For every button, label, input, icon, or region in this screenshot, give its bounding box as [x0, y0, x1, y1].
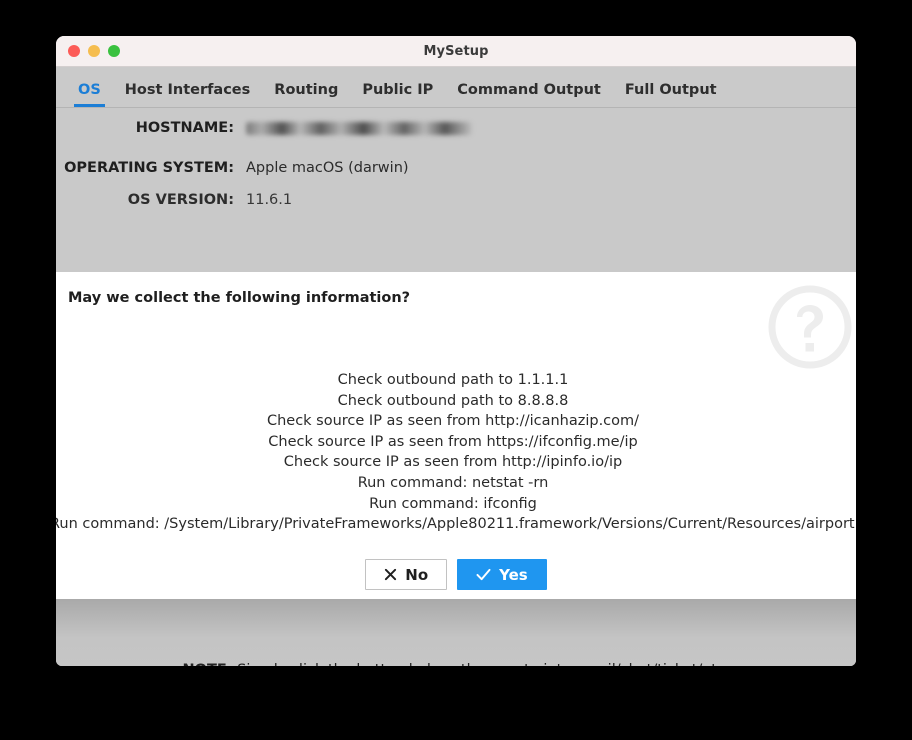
os-version-label: OS VERSION:: [127, 192, 234, 208]
consent-item: Run command: /System/Library/PrivateFram…: [56, 516, 856, 533]
window-title: MySetup: [423, 43, 489, 59]
tab-full-output[interactable]: Full Output: [613, 82, 729, 108]
hostname-label: HOSTNAME:: [135, 120, 234, 136]
consent-item-list: Check outbound path to 1.1.1.1 Check out…: [56, 370, 856, 535]
tab-public-ip[interactable]: Public IP: [350, 82, 445, 108]
no-button-label: No: [405, 565, 429, 584]
consent-item: Run command: netstat -rn: [357, 474, 549, 491]
tab-host-interfaces[interactable]: Host Interfaces: [113, 82, 263, 108]
minimize-button-icon[interactable]: [88, 45, 100, 57]
tab-bar: OS Host Interfaces Routing Public IP Com…: [56, 67, 856, 108]
consent-item: Check outbound path to 1.1.1.1: [337, 372, 569, 388]
consent-dialog: May we collect the following information…: [56, 272, 856, 599]
maximize-button-icon[interactable]: [108, 45, 120, 57]
footer-note-prefix: NOTE:: [183, 662, 233, 666]
dialog-question: May we collect the following information…: [68, 290, 411, 306]
tab-os[interactable]: OS: [66, 82, 113, 108]
consent-item: Check source IP as seen from http://ican…: [266, 413, 640, 430]
footer-bar: NOTE: Simply click the button below, the…: [56, 599, 856, 666]
info-row-operating-system: OPERATING SYSTEM: Apple macOS (darwin): [56, 148, 856, 188]
tab-routing[interactable]: Routing: [262, 82, 350, 108]
yes-button[interactable]: Yes: [457, 559, 547, 590]
footer-note-text: Simply click the button below, then past…: [237, 662, 729, 666]
consent-item: Check source IP as seen from https://ifc…: [268, 433, 638, 450]
question-mark-circle-icon: [764, 281, 856, 373]
consent-item: Check source IP as seen from http://ipin…: [283, 454, 623, 471]
yes-button-label: Yes: [499, 565, 528, 584]
tab-command-output[interactable]: Command Output: [445, 82, 613, 108]
operating-system-value: Apple macOS (darwin): [246, 160, 409, 176]
dialog-button-row: No Yes: [56, 559, 856, 590]
check-icon: [476, 568, 491, 581]
info-row-hostname: HOSTNAME:: [56, 108, 856, 148]
x-icon: [384, 568, 397, 581]
traffic-light-group: [56, 45, 120, 57]
operating-system-label: OPERATING SYSTEM:: [64, 160, 234, 176]
consent-item: Check outbound path to 8.8.8.8: [337, 392, 569, 409]
footer-note: NOTE: Simply click the button below, the…: [56, 662, 856, 666]
os-version-value: 11.6.1: [246, 192, 293, 208]
consent-item: Run command: ifconfig: [369, 495, 537, 512]
close-button-icon[interactable]: [68, 45, 80, 57]
no-button[interactable]: No: [365, 559, 448, 590]
window-titlebar: MySetup: [56, 36, 856, 67]
app-window: MySetup OS Host Interfaces Routing Publi…: [56, 36, 856, 666]
info-row-os-version: OS VERSION: 11.6.1: [56, 188, 856, 212]
os-info-panel: HOSTNAME: OPERATING SYSTEM: Apple macOS …: [56, 108, 856, 666]
screen-root: MySetup OS Host Interfaces Routing Publi…: [0, 0, 912, 740]
hostname-value-redacted: [246, 121, 472, 135]
